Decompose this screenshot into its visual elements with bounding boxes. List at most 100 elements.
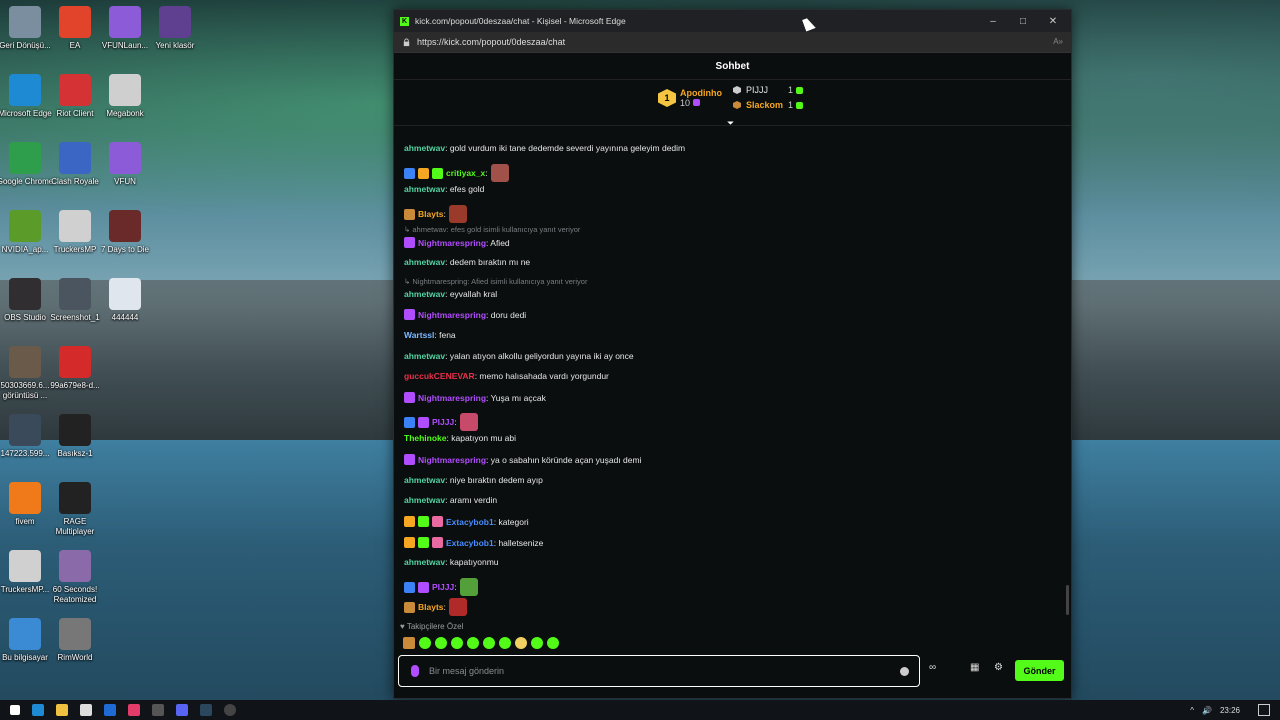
- chat-username[interactable]: ahmetwav: [404, 143, 445, 153]
- chat-message[interactable]: Nightmarespring: Yuşa mı açcak: [404, 392, 546, 403]
- chat-message[interactable]: PIJJJ:: [404, 413, 478, 431]
- chat-username[interactable]: Wartssl: [404, 330, 434, 340]
- chat-message[interactable]: PIJJJ:: [404, 578, 478, 596]
- chat-message[interactable]: ahmetwav: dedem bıraktın mı ne: [404, 257, 530, 267]
- chat-message[interactable]: ahmetwav: efes gold: [404, 184, 484, 194]
- chat-message[interactable]: Extacybob1: kategori: [404, 516, 529, 527]
- notification-icon[interactable]: [1258, 704, 1270, 716]
- chevron-up-icon[interactable]: ^: [1190, 706, 1194, 715]
- desktop-icon[interactable]: 444444: [95, 278, 155, 323]
- chat-username[interactable]: PIJJJ: [432, 417, 454, 427]
- emoji-icon[interactable]: [900, 666, 909, 676]
- mic-icon[interactable]: [411, 665, 419, 677]
- chat-message[interactable]: Thehinoke: kapatıyon mu abi: [404, 433, 516, 443]
- chat-message[interactable]: Blayts:: [404, 598, 467, 616]
- chat-username[interactable]: ahmetwav: [404, 257, 445, 267]
- emote[interactable]: [531, 637, 543, 649]
- volume-icon[interactable]: 🔊: [1202, 706, 1212, 715]
- chat-username[interactable]: ahmetwav: [404, 475, 445, 485]
- chat-message[interactable]: ahmetwav: yalan atıyon alkollu geliyordu…: [404, 351, 634, 361]
- emote[interactable]: [547, 637, 559, 649]
- image-file-icon: [9, 346, 41, 378]
- chat-username[interactable]: ahmetwav: [404, 495, 445, 505]
- chat-scrollbar[interactable]: [1066, 585, 1069, 615]
- chat-message[interactable]: ahmetwav: eyvallah kral: [404, 289, 497, 299]
- chat-username[interactable]: ahmetwav: [404, 184, 445, 194]
- chat-username[interactable]: Extacybob1: [446, 538, 494, 548]
- chat-message[interactable]: ahmetwav: gold vurdum iki tane dedemde s…: [404, 143, 685, 153]
- chat-username[interactable]: Blayts: [418, 602, 444, 612]
- chat-username[interactable]: ahmetwav: [404, 289, 445, 299]
- notepad-icon[interactable]: [80, 704, 92, 716]
- chat-username[interactable]: Nightmarespring: [418, 393, 486, 403]
- emote[interactable]: [483, 637, 495, 649]
- settings-icon[interactable]: ⚙: [994, 662, 1003, 673]
- chat-text: : halletsenize: [493, 537, 544, 548]
- desktop-icon[interactable]: VFUN: [95, 142, 155, 187]
- steam-icon[interactable]: [200, 704, 212, 716]
- 7days-icon: [109, 210, 141, 242]
- chat-message[interactable]: critiyax_x:: [404, 164, 509, 182]
- desktop-icon[interactable]: 7 Days to Die: [95, 210, 155, 255]
- chat-username[interactable]: ahmetwav: [404, 351, 445, 361]
- clock[interactable]: 23:26: [1220, 706, 1240, 715]
- outlook-icon[interactable]: [104, 704, 116, 716]
- chat-text: : efes gold: [445, 184, 485, 194]
- group-emote-icon[interactable]: ∞: [929, 662, 936, 673]
- chat-text: :: [454, 417, 457, 427]
- desktop-icon[interactable]: 60 Seconds! Reatomized: [45, 550, 105, 605]
- emote[interactable]: [435, 637, 447, 649]
- emote[interactable]: [515, 637, 527, 649]
- edge-taskbar-icon[interactable]: [32, 704, 44, 716]
- desktop-icon[interactable]: RAGE Multiplayer: [45, 482, 105, 537]
- chat-message[interactable]: guccukCENEVAR: memo halısahada vardı yor…: [404, 371, 609, 381]
- chat-username[interactable]: Extacybob1: [446, 517, 494, 527]
- chat-message[interactable]: Nightmarespring: ya o sabahın köründe aç…: [404, 454, 641, 465]
- chat-username[interactable]: critiyax_x: [446, 168, 485, 178]
- chat-message[interactable]: Extacybob1: halletsenize: [404, 537, 543, 548]
- chat-message[interactable]: ahmetwav: kapatıyonmu: [404, 557, 499, 567]
- emote[interactable]: [499, 637, 511, 649]
- chat-message[interactable]: Wartssl: fena: [404, 330, 456, 340]
- send-button[interactable]: Gönder: [1015, 660, 1064, 681]
- app-taskbar-icon[interactable]: [152, 704, 164, 716]
- ea-icon: [59, 6, 91, 38]
- opera-icon[interactable]: [128, 704, 140, 716]
- reply-context[interactable]: ↳ Nightmarespring: Afied isimli kullanıc…: [404, 277, 587, 286]
- chat-username[interactable]: Blayts: [418, 209, 444, 219]
- screenshot-icon: [59, 278, 91, 310]
- emote[interactable]: [403, 637, 415, 649]
- obs-taskbar-icon[interactable]: [224, 704, 236, 716]
- chat-username[interactable]: PIJJJ: [432, 582, 454, 592]
- desktop-icon[interactable]: Yeni klasör: [145, 6, 205, 51]
- desktop-icon[interactable]: Megabonk: [95, 74, 155, 119]
- chat-message[interactable]: Nightmarespring: Afied: [404, 237, 510, 248]
- user-badge-icon: [404, 416, 415, 428]
- chat-message[interactable]: Nightmarespring: doru dedi: [404, 309, 526, 320]
- desktop-icon[interactable]: 99a679e8-d...: [45, 346, 105, 391]
- desktop-icon[interactable]: RimWorld: [45, 618, 105, 663]
- chat-username[interactable]: Nightmarespring: [418, 310, 486, 320]
- chat-username[interactable]: Thehinoke: [404, 433, 447, 443]
- message-input[interactable]: Bir mesaj gönderin: [398, 655, 920, 687]
- desktop-icon[interactable]: Basıksz-1: [45, 414, 105, 459]
- discord-icon[interactable]: [176, 704, 188, 716]
- read-aloud-icon[interactable]: A»: [1053, 37, 1063, 46]
- emote[interactable]: [419, 637, 431, 649]
- user-badge-icon: [432, 537, 443, 548]
- chat-message[interactable]: ahmetwav: aramı verdin: [404, 495, 497, 505]
- chat-username[interactable]: Nightmarespring: [418, 238, 486, 248]
- chat-username[interactable]: guccukCENEVAR: [404, 371, 475, 381]
- chat-message[interactable]: ahmetwav: niye bıraktın dedem ayıp: [404, 475, 543, 485]
- file-explorer-icon[interactable]: [56, 704, 68, 716]
- emote[interactable]: [451, 637, 463, 649]
- windows-start-icon[interactable]: [10, 705, 20, 715]
- pdf-icon: [59, 346, 91, 378]
- chat-username[interactable]: Nightmarespring: [418, 455, 486, 465]
- chat-username[interactable]: ahmetwav: [404, 557, 445, 567]
- reply-context[interactable]: ↳ ahmetwav: efes gold isimli kullanıcıya…: [404, 225, 580, 234]
- chat-message[interactable]: Blayts:: [404, 205, 467, 223]
- store-icon[interactable]: ▦: [970, 662, 979, 673]
- emote[interactable]: [467, 637, 479, 649]
- 60-seconds-icon: [59, 550, 91, 582]
